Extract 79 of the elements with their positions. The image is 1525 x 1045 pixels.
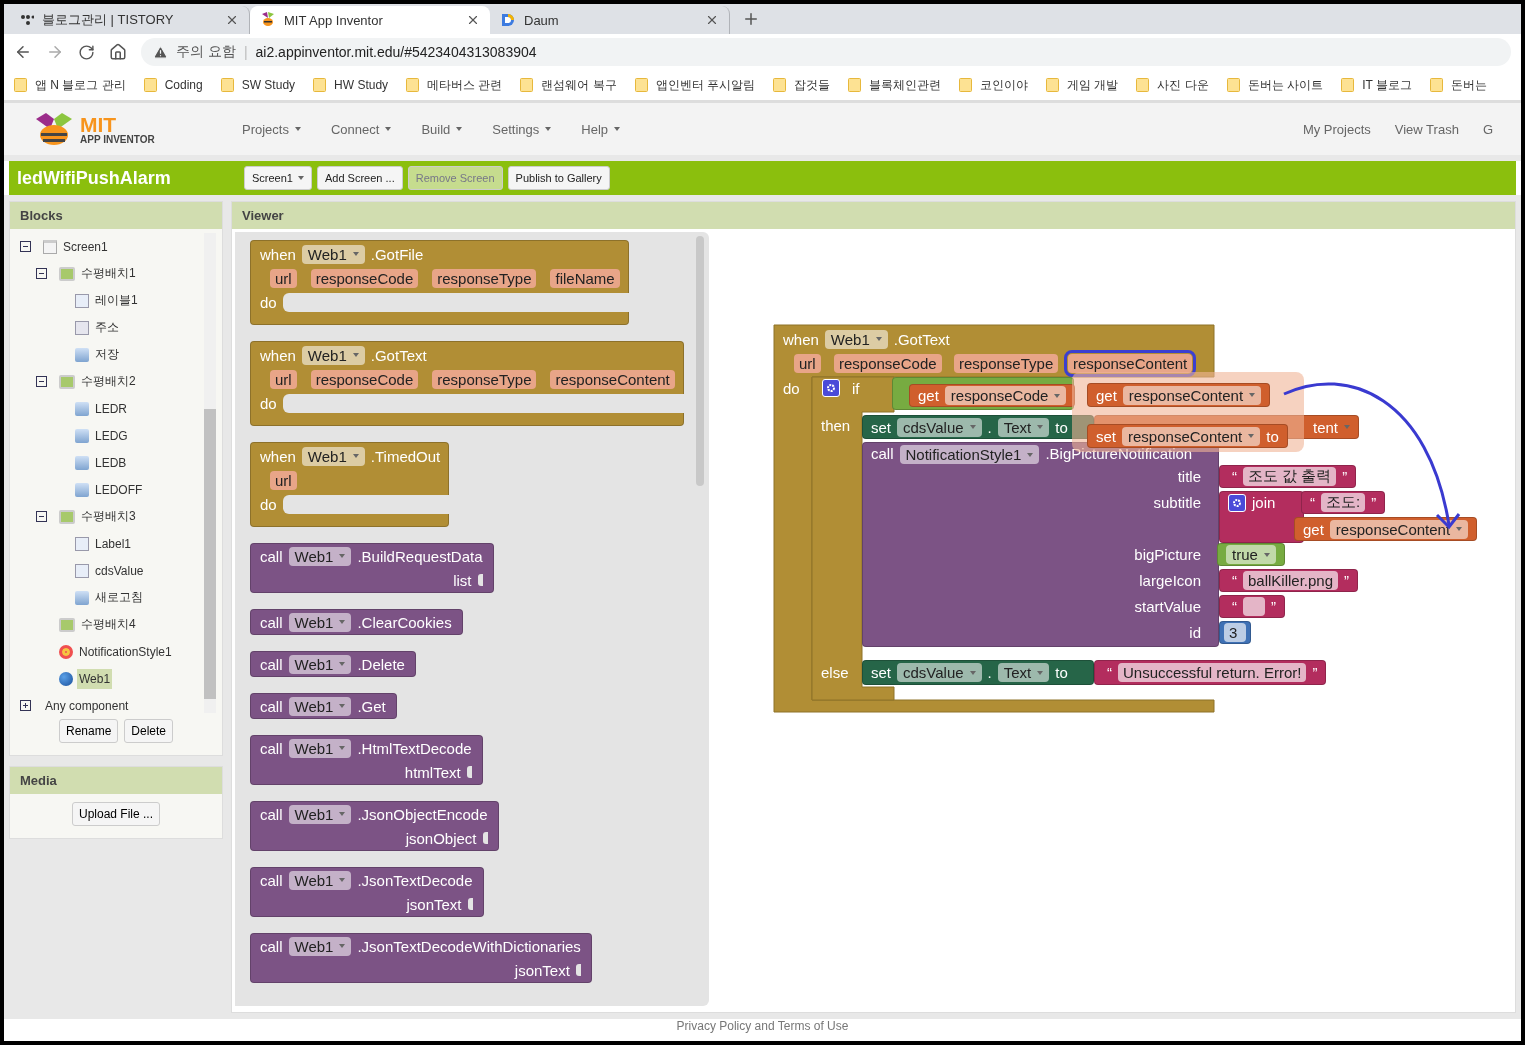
- panel-title: Blocks: [10, 202, 222, 229]
- block-keyword: set: [871, 664, 891, 681]
- separator: |: [243, 44, 248, 60]
- block-keyword: call: [871, 445, 894, 462]
- logo-title: MIT: [80, 113, 117, 135]
- method-name: .ClearCookies: [357, 613, 452, 631]
- block-keyword: call: [260, 871, 283, 889]
- security-warning: 주의 요함: [176, 43, 236, 61]
- method-name: .JsonTextDecodeWithDictionaries: [357, 937, 581, 955]
- block-keyword: get: [1303, 520, 1324, 538]
- event-name: .TimedOut: [370, 447, 441, 465]
- block-keyword: then: [821, 416, 851, 434]
- dot-separator: .: [987, 418, 992, 436]
- variable-fragment: tent: [1312, 418, 1338, 436]
- block-keyword: to: [1055, 664, 1068, 681]
- method-name: .BuildRequestData: [357, 547, 483, 565]
- method-name: .JsonTextDecode: [357, 871, 473, 889]
- block-keyword: if: [852, 379, 860, 397]
- block-keyword: to: [1055, 418, 1068, 436]
- argument-label: id: [1189, 624, 1201, 641]
- quote-mark: “: [1107, 664, 1112, 681]
- block-keyword: call: [260, 547, 283, 565]
- argument-label: list: [453, 571, 472, 589]
- method-name: .Delete: [357, 655, 405, 673]
- block-keyword: do: [260, 394, 277, 412]
- project-title: ledWifiPushAlarm: [17, 167, 172, 189]
- block-keyword: call: [260, 937, 283, 955]
- block-keyword: do: [783, 379, 800, 397]
- block-keyword: when: [783, 330, 819, 348]
- argument-label: largeIcon: [1139, 572, 1201, 589]
- block-keyword: call: [260, 805, 283, 823]
- block-keyword: set: [1096, 427, 1116, 445]
- argument-label: title: [1177, 468, 1201, 485]
- quote-mark: ”: [1344, 572, 1350, 589]
- block-keyword: call: [260, 613, 283, 631]
- block-keyword: to: [1266, 427, 1279, 445]
- url-text: ai2.appinventor.mit.edu/#5423404313083904: [255, 44, 537, 60]
- quote-mark: “: [1232, 572, 1237, 589]
- argument-label: jsonText: [406, 895, 462, 913]
- block-keyword: get: [918, 387, 939, 404]
- tab-title: MIT App Inventor: [284, 12, 384, 28]
- method-name: .JsonObjectEncode: [357, 805, 488, 823]
- method-name: .Get: [357, 697, 386, 715]
- quote-mark: “: [1310, 494, 1315, 511]
- argument-label: startValue: [1134, 598, 1201, 615]
- quote-mark: ”: [1371, 494, 1377, 511]
- block-keyword: call: [260, 739, 283, 757]
- logo-subtitle: APP INVENTOR: [80, 134, 155, 145]
- quote-mark: ”: [1271, 598, 1276, 615]
- block-keyword: else: [821, 663, 849, 681]
- panel-title: Media: [10, 767, 222, 794]
- block-keyword: do: [260, 293, 277, 311]
- quote-mark: “: [1232, 598, 1237, 615]
- argument-label: subtitle: [1153, 494, 1201, 511]
- block-keyword: call: [260, 655, 283, 673]
- argument-label: jsonObject: [405, 829, 477, 847]
- method-name: .BigPictureNotification: [1045, 445, 1193, 462]
- block-keyword: when: [260, 245, 296, 263]
- panel-title: Viewer: [232, 202, 1515, 229]
- argument-label: bigPicture: [1134, 546, 1201, 563]
- tab-title: Daum: [524, 12, 560, 28]
- block-keyword: when: [260, 447, 296, 465]
- event-name: .GotText: [893, 330, 950, 348]
- block-keyword: get: [1096, 386, 1117, 404]
- quote-mark: ”: [1342, 468, 1348, 485]
- method-name: .HtmlTextDecode: [357, 739, 472, 757]
- quote-mark: ”: [1312, 664, 1318, 681]
- argument-label: htmlText: [404, 763, 461, 781]
- block-keyword: call: [260, 697, 283, 715]
- tab-title: 블로그관리 | TISTORY: [42, 11, 175, 29]
- dot-separator: .: [987, 664, 992, 681]
- block-keyword: do: [260, 495, 277, 513]
- event-name: .GotText: [370, 346, 427, 364]
- block-keyword: when: [260, 346, 296, 364]
- quote-mark: “: [1232, 468, 1237, 485]
- event-name: .GotFile: [370, 245, 424, 263]
- argument-label: jsonText: [514, 961, 570, 979]
- block-keyword: join: [1252, 494, 1276, 511]
- block-keyword: set: [871, 418, 891, 436]
